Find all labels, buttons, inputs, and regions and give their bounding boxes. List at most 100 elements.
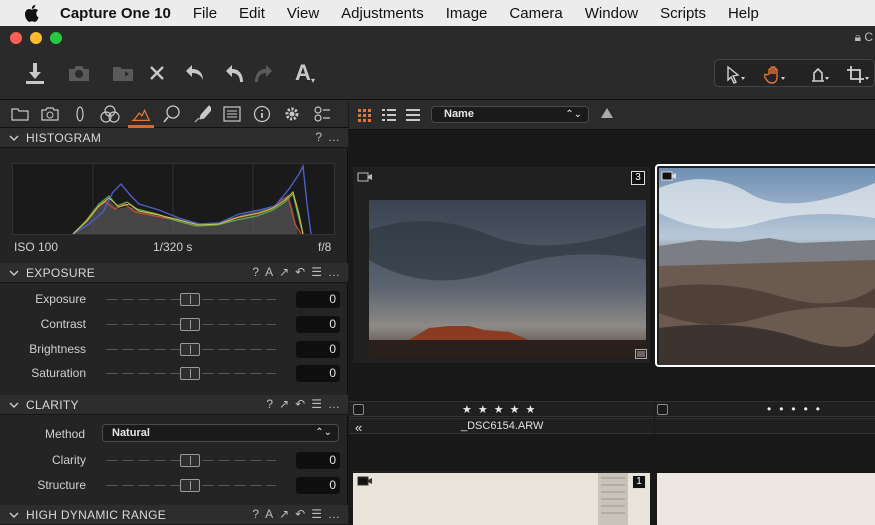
- menu-edit[interactable]: Edit: [239, 5, 265, 22]
- menu-adjustments[interactable]: Adjustments: [341, 5, 424, 22]
- thumbnail-image[interactable]: [369, 200, 646, 358]
- updown-chevron-icon: ⌃⌄: [565, 109, 582, 120]
- reset-icon[interactable]: ↶: [295, 397, 305, 411]
- star-rating[interactable]: ★★★★★: [462, 403, 541, 416]
- presets-icon[interactable]: ☰: [311, 507, 322, 521]
- thumbnail-cell[interactable]: [657, 473, 875, 525]
- move-to-folder-icon[interactable]: [110, 60, 136, 86]
- exposure-value-field[interactable]: 0: [296, 291, 340, 308]
- copy-apply-icon[interactable]: ↗: [279, 265, 289, 279]
- help-icon[interactable]: ?: [252, 265, 259, 279]
- help-icon[interactable]: ?: [266, 397, 273, 411]
- adjustments-list-icon[interactable]: [222, 105, 242, 123]
- chevron-down-icon[interactable]: [9, 131, 21, 145]
- auto-adjust-icon[interactable]: A: [265, 507, 273, 521]
- brightness-value-field[interactable]: 0: [296, 341, 340, 358]
- zoom-window-button[interactable]: [50, 32, 62, 44]
- more-icon[interactable]: …: [328, 507, 340, 521]
- menu-view[interactable]: View: [287, 5, 319, 22]
- thumbnail-cell[interactable]: 3: [353, 167, 650, 363]
- structure-value-field[interactable]: 0: [296, 477, 340, 494]
- saturation-slider-handle[interactable]: [180, 367, 200, 380]
- menu-file[interactable]: File: [193, 5, 217, 22]
- menu-scripts[interactable]: Scripts: [660, 5, 706, 22]
- more-icon[interactable]: …: [328, 265, 340, 279]
- customize-icon[interactable]: [312, 105, 332, 123]
- brightness-slider-handle[interactable]: [180, 343, 200, 356]
- sort-direction-icon[interactable]: [601, 108, 613, 118]
- variant-collapse-icon[interactable]: «: [355, 420, 362, 435]
- presets-icon[interactable]: ☰: [311, 397, 322, 411]
- camera-small-icon: [357, 475, 373, 487]
- pan-hand-icon[interactable]: [763, 62, 789, 88]
- clarity-slider-handle[interactable]: [180, 454, 200, 467]
- list-view-icon[interactable]: [381, 107, 397, 123]
- menu-image[interactable]: Image: [446, 5, 488, 22]
- menu-help[interactable]: Help: [728, 5, 759, 22]
- import-icon[interactable]: [22, 60, 48, 86]
- apple-icon[interactable]: [22, 4, 40, 22]
- chevron-down-icon[interactable]: [9, 508, 21, 522]
- grid-view-icon[interactable]: [357, 107, 373, 123]
- hdr-title: HIGH DYNAMIC RANGE: [26, 507, 167, 522]
- reset-icon[interactable]: ↶: [295, 507, 305, 521]
- undo-icon[interactable]: [222, 60, 248, 86]
- contrast-slider-handle[interactable]: [180, 318, 200, 331]
- more-icon[interactable]: …: [328, 397, 340, 411]
- copy-apply-icon[interactable]: ↗: [279, 507, 289, 521]
- structure-slider-handle[interactable]: [180, 479, 200, 492]
- delete-icon[interactable]: [144, 60, 170, 86]
- shutter-readout: 1/320 s: [153, 240, 193, 254]
- help-icon[interactable]: ?: [252, 507, 259, 521]
- select-checkbox[interactable]: [353, 404, 364, 415]
- hdr-header[interactable]: HIGH DYNAMIC RANGE ? A ↗ ↶ ☰ …: [0, 505, 348, 525]
- contrast-slider-row: Contrast 0: [0, 314, 348, 336]
- local-adjustments-brush-icon[interactable]: [192, 105, 212, 123]
- auto-adjust-icon[interactable]: A: [265, 265, 273, 279]
- thumbnail-cell-selected[interactable]: [655, 164, 875, 367]
- folder-icon[interactable]: [10, 105, 30, 123]
- menu-camera[interactable]: Camera: [509, 5, 562, 22]
- thumbnail-image[interactable]: [353, 473, 650, 525]
- clarity-method-select[interactable]: Natural ⌃⌄: [102, 424, 339, 442]
- camera-capture-icon[interactable]: [66, 60, 92, 86]
- details-loupe-icon[interactable]: [162, 105, 182, 123]
- reset-icon[interactable]: [182, 60, 208, 86]
- select-cursor-icon[interactable]: [723, 62, 749, 88]
- redo-icon[interactable]: [250, 60, 276, 86]
- presets-icon[interactable]: ☰: [311, 265, 322, 279]
- minimize-window-button[interactable]: [30, 32, 42, 44]
- help-icon[interactable]: ?: [315, 130, 322, 144]
- loupe-icon[interactable]: [807, 62, 833, 88]
- lens-icon[interactable]: [70, 105, 90, 123]
- color-icon[interactable]: [100, 105, 120, 123]
- exposure-slider-handle[interactable]: [180, 293, 200, 306]
- chevron-down-icon[interactable]: [9, 398, 21, 412]
- more-icon[interactable]: …: [328, 130, 340, 144]
- close-window-button[interactable]: [10, 32, 22, 44]
- copy-apply-icon[interactable]: ↗: [279, 397, 289, 411]
- exposure-header[interactable]: EXPOSURE ? A ↗ ↶ ☰ …: [0, 263, 348, 283]
- gear-icon[interactable]: [282, 105, 302, 123]
- exposure-tab-icon[interactable]: [131, 105, 151, 123]
- star-rating[interactable]: •••••: [767, 402, 828, 416]
- camera-small-icon: [357, 171, 373, 183]
- clarity-header[interactable]: CLARITY ? ↗ ↶ ☰ …: [0, 395, 348, 415]
- app-name-menu[interactable]: Capture One 10: [60, 5, 171, 22]
- select-checkbox[interactable]: [657, 404, 668, 415]
- reset-icon[interactable]: ↶: [295, 265, 305, 279]
- info-icon[interactable]: [252, 105, 272, 123]
- contrast-value-field[interactable]: 0: [296, 316, 340, 333]
- clarity-value-field[interactable]: 0: [296, 452, 340, 469]
- thumbnail-image[interactable]: [659, 168, 875, 365]
- chevron-down-icon[interactable]: [9, 266, 21, 280]
- camera-icon[interactable]: [40, 105, 60, 123]
- crop-icon[interactable]: [845, 62, 871, 88]
- saturation-value-field[interactable]: 0: [296, 365, 340, 382]
- filmstrip-view-icon[interactable]: [405, 107, 421, 123]
- menu-window[interactable]: Window: [585, 5, 638, 22]
- histogram-header[interactable]: HISTOGRAM ? …: [0, 128, 348, 148]
- sort-order-select[interactable]: Name ⌃⌄: [431, 106, 589, 123]
- thumbnail-cell[interactable]: 1: [353, 471, 650, 525]
- text-tool-icon[interactable]: A ▾: [290, 60, 320, 86]
